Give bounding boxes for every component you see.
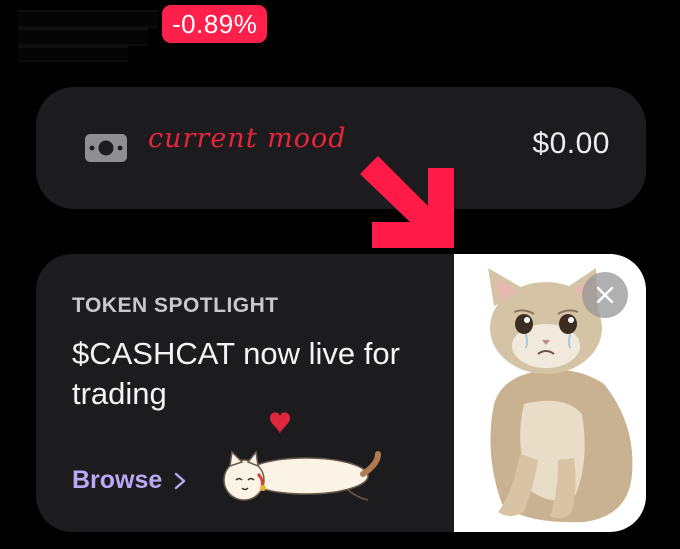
mood-caption: current mood <box>148 123 347 154</box>
chevron-right-icon <box>175 472 186 489</box>
browse-link[interactable]: Browse <box>72 466 188 495</box>
close-button[interactable] <box>582 272 628 318</box>
obscured-header-text <box>18 6 158 64</box>
money-bill-icon <box>85 134 127 162</box>
price-change-badge: -0.89% <box>162 5 268 43</box>
token-spotlight-card[interactable]: TOKEN SPOTLIGHT $CASHCAT now live for tr… <box>36 254 646 532</box>
arrow-down-right-icon <box>360 156 454 248</box>
balance-card[interactable]: current mood $0.00 <box>36 87 646 209</box>
spotlight-label: TOKEN SPOTLIGHT <box>72 294 279 317</box>
balance-value: $0.00 <box>532 127 610 160</box>
sleeping-cat-sticker <box>223 412 381 501</box>
spotlight-title: $CASHCAT now live for trading <box>72 336 400 411</box>
close-icon <box>596 286 614 304</box>
heart-icon <box>270 412 290 434</box>
browse-label: Browse <box>72 466 163 494</box>
